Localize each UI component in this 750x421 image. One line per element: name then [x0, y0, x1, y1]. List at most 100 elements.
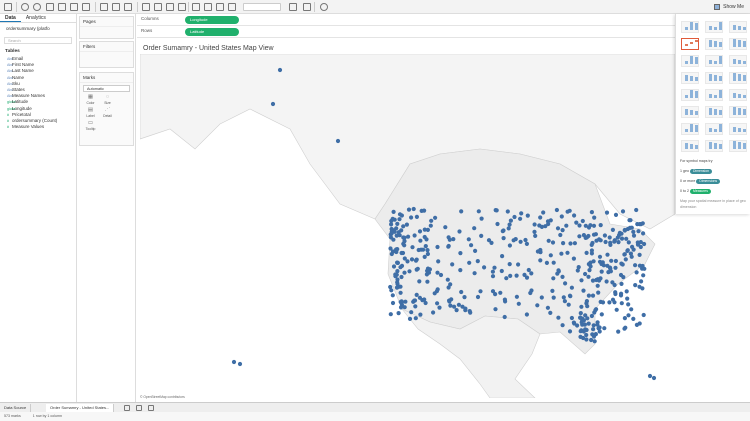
order-point[interactable]: [507, 222, 512, 227]
order-point[interactable]: [335, 138, 341, 144]
order-point[interactable]: [639, 279, 644, 284]
order-point[interactable]: [608, 269, 613, 274]
order-point[interactable]: [579, 278, 584, 283]
order-point[interactable]: [404, 222, 409, 227]
order-point[interactable]: [614, 307, 619, 312]
tableau-logo-icon[interactable]: [4, 3, 12, 11]
swap-icon[interactable]: [100, 3, 108, 11]
order-point[interactable]: [417, 279, 422, 284]
order-point[interactable]: [617, 230, 622, 235]
order-point[interactable]: [631, 229, 636, 234]
order-point[interactable]: [560, 274, 565, 279]
order-point[interactable]: [591, 323, 596, 328]
order-point[interactable]: [466, 237, 471, 242]
order-point[interactable]: [578, 311, 583, 316]
order-point[interactable]: [620, 209, 626, 214]
order-point[interactable]: [393, 272, 398, 277]
order-point[interactable]: [395, 280, 400, 285]
mark-type-select[interactable]: Automatic: [83, 85, 130, 92]
order-point[interactable]: [600, 260, 605, 265]
chart-type-thumbnail[interactable]: [729, 21, 747, 33]
tooltip-icon[interactable]: [204, 3, 212, 11]
format-icon[interactable]: [192, 3, 200, 11]
label-button[interactable]: ▤ Label: [82, 107, 99, 120]
order-point[interactable]: [490, 274, 496, 279]
order-point[interactable]: [597, 254, 603, 259]
order-point[interactable]: [603, 239, 608, 245]
chart-type-thumbnail[interactable]: [705, 89, 723, 101]
order-point[interactable]: [569, 285, 574, 290]
order-point[interactable]: [581, 335, 586, 341]
order-point[interactable]: [407, 269, 412, 274]
order-point[interactable]: [425, 266, 431, 271]
order-point[interactable]: [583, 271, 588, 277]
order-point[interactable]: [398, 284, 403, 289]
order-point[interactable]: [558, 232, 563, 238]
order-point[interactable]: [610, 227, 615, 232]
order-point[interactable]: [616, 240, 621, 245]
order-point[interactable]: [586, 293, 591, 298]
order-point[interactable]: [390, 249, 396, 254]
order-point[interactable]: [414, 214, 419, 219]
order-point[interactable]: [270, 101, 276, 107]
order-point[interactable]: [591, 327, 596, 332]
order-point[interactable]: [633, 263, 638, 268]
order-point[interactable]: [502, 314, 507, 320]
order-point[interactable]: [625, 248, 630, 253]
order-point[interactable]: [425, 248, 430, 253]
chart-type-thumbnail[interactable]: [729, 38, 747, 50]
order-point[interactable]: [524, 275, 530, 280]
order-point[interactable]: [398, 290, 403, 295]
order-point[interactable]: [642, 266, 647, 271]
order-point[interactable]: [567, 293, 573, 298]
order-point[interactable]: [388, 312, 393, 317]
order-point[interactable]: [587, 268, 592, 273]
order-point[interactable]: [589, 251, 594, 256]
order-point[interactable]: [622, 228, 627, 233]
order-point[interactable]: [599, 269, 604, 274]
order-point[interactable]: [628, 251, 633, 256]
order-point[interactable]: [469, 243, 474, 248]
order-point[interactable]: [579, 328, 584, 333]
order-point[interactable]: [389, 222, 394, 227]
order-point[interactable]: [417, 295, 422, 300]
order-point[interactable]: [516, 301, 521, 306]
order-point[interactable]: [395, 247, 400, 252]
order-point[interactable]: [490, 289, 496, 294]
data-source-tab[interactable]: Data Source: [0, 404, 32, 412]
order-point[interactable]: [504, 276, 509, 281]
order-point[interactable]: [626, 240, 631, 245]
order-point[interactable]: [612, 239, 617, 244]
save-icon[interactable]: [46, 3, 54, 11]
order-point[interactable]: [501, 236, 506, 241]
order-point[interactable]: [417, 229, 423, 234]
order-point[interactable]: [396, 311, 401, 316]
size-button[interactable]: ◌ Size: [99, 94, 116, 107]
order-point[interactable]: [403, 299, 408, 304]
order-point[interactable]: [492, 265, 497, 270]
order-point[interactable]: [231, 359, 237, 365]
detail-button[interactable]: ⋰ Detail: [99, 107, 116, 120]
order-point[interactable]: [609, 258, 614, 263]
order-point[interactable]: [591, 259, 596, 264]
order-point[interactable]: [451, 237, 456, 242]
order-point[interactable]: [399, 250, 404, 256]
order-point[interactable]: [565, 250, 570, 255]
order-point[interactable]: [411, 299, 416, 304]
order-point[interactable]: [402, 270, 407, 275]
fix-axes-icon[interactable]: [178, 3, 186, 11]
order-point[interactable]: [626, 313, 631, 318]
order-point[interactable]: [571, 320, 576, 325]
redo-icon[interactable]: [33, 3, 41, 11]
order-point[interactable]: [397, 217, 402, 222]
order-point[interactable]: [604, 210, 610, 215]
fit-selector[interactable]: [243, 3, 281, 11]
order-point[interactable]: [548, 218, 553, 223]
order-point[interactable]: [458, 268, 463, 273]
chart-type-thumbnail[interactable]: [705, 106, 723, 118]
order-point[interactable]: [578, 315, 583, 320]
order-point[interactable]: [428, 223, 433, 228]
order-point[interactable]: [583, 327, 588, 332]
order-point[interactable]: [410, 245, 415, 250]
chart-type-thumbnail[interactable]: [705, 55, 723, 67]
